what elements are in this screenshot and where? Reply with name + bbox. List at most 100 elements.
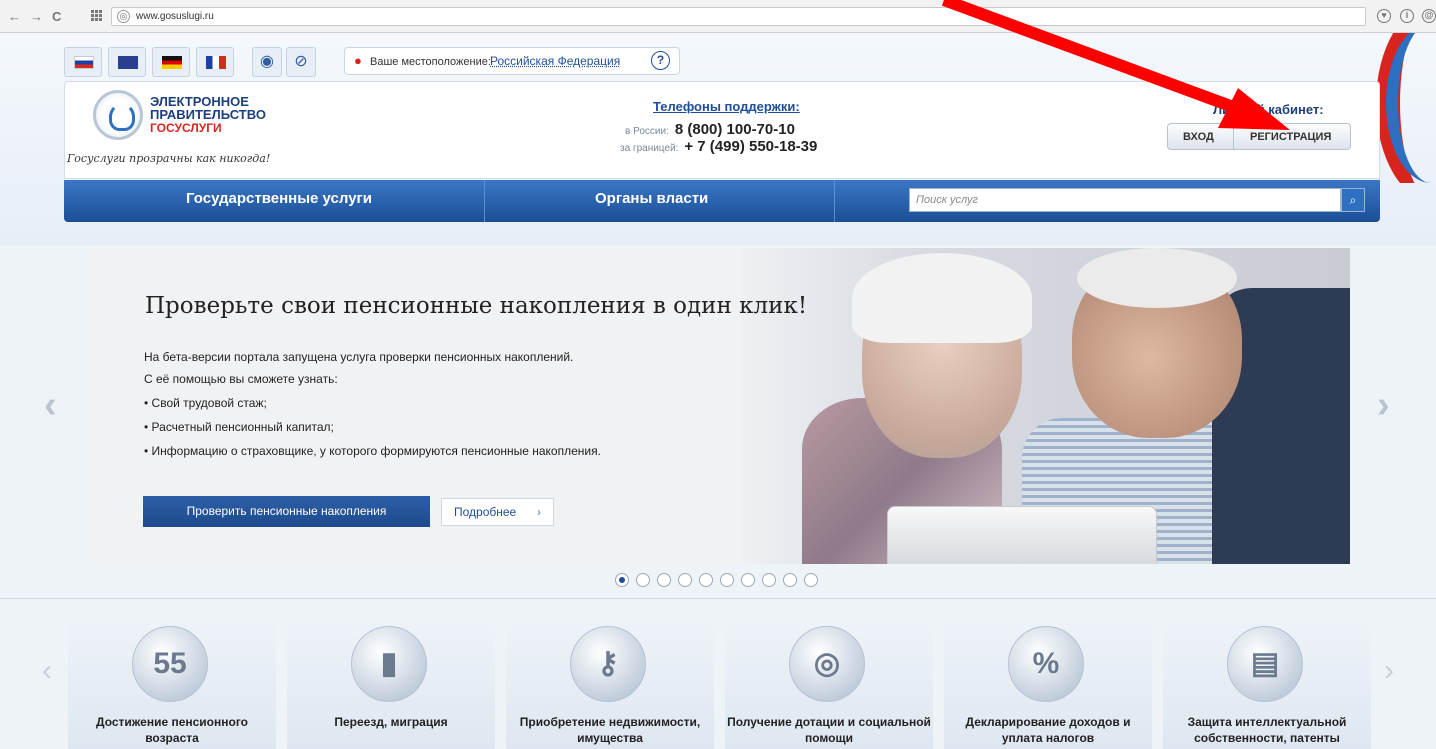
certificate-icon: ▤	[1227, 626, 1303, 702]
services-next-icon[interactable]: ›	[1384, 654, 1394, 688]
service-tile[interactable]: ▮ Переезд, миграция	[287, 618, 495, 749]
tagline: Госуслуги прозрачны как никогда!	[67, 152, 271, 165]
compass-icon[interactable]: ⊘	[286, 47, 316, 77]
flag-uk-icon	[118, 56, 138, 69]
service-icon-glyph: ▮	[380, 647, 398, 680]
service-label: Переезд, миграция	[334, 715, 448, 729]
more-button[interactable]: Подробнее ›	[441, 498, 554, 526]
auth-divider	[1233, 124, 1234, 149]
services-prev-icon[interactable]: ‹	[42, 654, 52, 688]
life-situations-carousel: ‹ › 55 Достижение пенсионного возраста ▮ Пе…	[42, 610, 1394, 749]
address-bar[interactable]: ◎ www.gosuslugi.ru	[111, 7, 1366, 26]
search-placeholder: Поиск услуг	[916, 194, 978, 206]
lang-fr-button[interactable]	[196, 47, 234, 77]
search-icon[interactable]: ⌕	[1341, 188, 1365, 212]
phone-abroad-label: за границей:	[620, 143, 679, 154]
phone-russia: 8 (800) 100-70-10	[674, 121, 795, 138]
flag-ru-icon	[74, 56, 94, 69]
service-icon-glyph: %	[1032, 647, 1060, 680]
service-tile[interactable]: ◎ Получение дотации и социальной помощи	[725, 618, 933, 749]
search-input[interactable]: Поиск услуг	[909, 188, 1341, 212]
flag-de-icon	[162, 56, 182, 69]
lang-en-button[interactable]	[108, 47, 146, 77]
banner-text-1: На бета-версии портала запущена услуга п…	[144, 350, 574, 364]
carousel-dot[interactable]	[783, 573, 797, 587]
service-icon-glyph: ⚷	[597, 647, 619, 680]
chevron-right-icon: ›	[537, 505, 541, 519]
logo-line-3: ГОСУСЛУГИ	[150, 121, 222, 135]
logo-line-2: ПРАВИТЕЛЬСТВО	[150, 107, 266, 122]
phone-abroad-row: за границей: + 7 (499) 550-18-39	[620, 138, 817, 155]
info-icon[interactable]: i	[1400, 9, 1414, 23]
banner-bullet-1: • Свой трудовой стаж;	[144, 396, 267, 410]
back-arrow-icon[interactable]: ←	[8, 9, 21, 24]
carousel-dot[interactable]	[657, 573, 671, 587]
accessibility-eye-icon[interactable]: ◉	[252, 47, 282, 77]
profile-icon[interactable]: @	[1422, 9, 1436, 23]
percent-icon: %	[1008, 626, 1084, 702]
keys-icon: ⚷	[570, 626, 646, 702]
apps-grid-icon[interactable]	[91, 10, 103, 22]
nav-gov-services[interactable]: Государственные услуги	[186, 190, 372, 207]
service-label: Достижение пенсионного возраста	[96, 715, 248, 745]
service-icon-glyph: ▤	[1250, 647, 1280, 680]
carousel-dot[interactable]	[741, 573, 755, 587]
nav-authorities[interactable]: Органы власти	[595, 190, 708, 207]
service-label: Получение дотации и социальной помощи	[727, 715, 931, 745]
service-icon-glyph: 55	[153, 647, 187, 680]
register-button[interactable]: РЕГИСТРАЦИЯ	[1250, 131, 1331, 143]
reload-icon[interactable]: C	[52, 9, 61, 24]
carousel-dot[interactable]	[636, 573, 650, 587]
auth-buttons: ВХОД РЕГИСТРАЦИЯ	[1167, 123, 1351, 150]
service-tile[interactable]: % Декларирование доходов и уплата налогов	[944, 618, 1152, 749]
carousel-dot[interactable]	[699, 573, 713, 587]
phone-russia-label: в России:	[625, 126, 669, 137]
service-icon-glyph: ◎	[813, 647, 841, 680]
location-value-link[interactable]: Российская Федерация	[490, 54, 620, 68]
site-info-icon[interactable]: ◎	[117, 10, 130, 23]
site-header: ◉ ⊘ ● Ваше местоположение: Российская Фе…	[0, 33, 1436, 245]
carousel-dot[interactable]	[615, 573, 629, 587]
lang-de-button[interactable]	[152, 47, 190, 77]
more-button-label: Подробнее	[454, 505, 517, 519]
login-button[interactable]: ВХОД	[1183, 131, 1214, 143]
heart-icon[interactable]: ♥	[1377, 9, 1391, 23]
help-icon[interactable]: ?	[651, 51, 670, 70]
carousel-next-icon[interactable]: ›	[1377, 384, 1390, 427]
banner-title: Проверьте свои пенсионные накопления в о…	[145, 293, 808, 319]
forward-arrow-icon[interactable]: →	[30, 9, 43, 24]
url-text: www.gosuslugi.ru	[136, 11, 214, 22]
main-navigation: Государственные услуги Органы власти Пои…	[64, 180, 1380, 222]
service-label: Декларирование доходов и уплата налогов	[965, 715, 1131, 745]
service-label: Приобретение недвижимости, имущества	[519, 715, 701, 745]
lang-ru-button[interactable]	[64, 47, 102, 77]
check-pension-button[interactable]: Проверить пенсионные накопления	[143, 496, 430, 527]
service-tile[interactable]: ⚷ Приобретение недвижимости, имущества	[506, 618, 714, 749]
gosuslugi-logo-icon[interactable]	[93, 90, 143, 140]
nav-divider	[834, 180, 835, 222]
header-panel: ЭЛЕКТРОННОЕ ПРАВИТЕЛЬСТВО ГОСУСЛУГИ Госу…	[64, 81, 1380, 179]
carousel-dot[interactable]	[804, 573, 818, 587]
nav-divider	[484, 180, 485, 222]
laptop-image	[887, 506, 1157, 564]
location-selector: ● Ваше местоположение: Российская Федера…	[344, 47, 680, 75]
calendar-55-icon: 55	[132, 626, 208, 702]
banner-bullet-2: • Расчетный пенсионный капитал;	[144, 420, 334, 434]
section-divider	[0, 598, 1436, 599]
map-pin-icon: ●	[354, 53, 362, 68]
passport-icon: ▮	[351, 626, 427, 702]
carousel-dot[interactable]	[762, 573, 776, 587]
flag-fr-icon	[206, 56, 226, 69]
service-tile[interactable]: 55 Достижение пенсионного возраста	[68, 618, 276, 749]
carousel-dot[interactable]	[720, 573, 734, 587]
banner-text-2: С её помощью вы сможете узнать:	[144, 372, 338, 386]
browser-toolbar: ← → C ◎ www.gosuslugi.ru ♥ i @	[0, 0, 1436, 33]
personal-cabinet-title: Личный кабинет:	[1213, 102, 1324, 117]
banner-bullet-3: • Информацию о страховщике, у которого ф…	[144, 444, 601, 458]
support-phones-link[interactable]: Телефоны поддержки:	[653, 99, 800, 114]
elderly-couple-photo	[742, 248, 1350, 564]
phone-russia-row: в России: 8 (800) 100-70-10	[625, 121, 795, 138]
carousel-prev-icon[interactable]: ‹	[44, 384, 57, 427]
carousel-dot[interactable]	[678, 573, 692, 587]
service-tile[interactable]: ▤ Защита интеллектуальной собственности, …	[1163, 618, 1371, 749]
